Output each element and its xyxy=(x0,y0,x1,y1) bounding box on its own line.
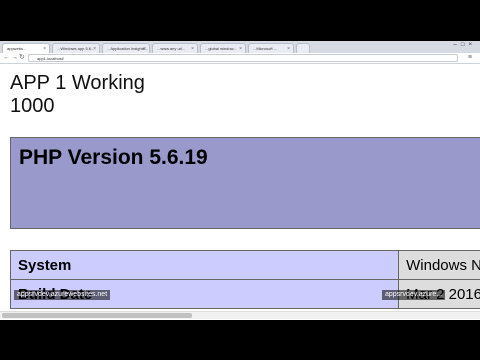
browser-tab-3[interactable]: ...Application Insights... × xyxy=(102,43,150,53)
tab-label: ...Windows app 5.6... xyxy=(57,46,95,51)
window-controls[interactable]: –□× xyxy=(454,42,476,48)
php-info-table: System Windows N Build Date Mar 2 2016 xyxy=(9,250,480,309)
watermark-left: appsrvdev.azurewebsites.net xyxy=(14,290,111,300)
browser-tab-2[interactable]: ...Windows app 5.6... × xyxy=(52,43,100,53)
scrollbar-thumb[interactable] xyxy=(2,313,192,318)
new-tab-button[interactable] xyxy=(296,43,310,53)
url-text: app1.localhost/ xyxy=(37,56,64,61)
watermark-right: appsrvdev.azure... xyxy=(382,290,446,300)
page-title: APP 1 Working xyxy=(10,72,145,94)
horizontal-scrollbar[interactable] xyxy=(0,311,480,319)
address-bar[interactable]: app1.localhost/ xyxy=(28,54,458,62)
php-info-header: PHP Version 5.6.19 xyxy=(10,137,480,229)
reload-icon[interactable]: ↻ xyxy=(19,53,25,63)
table-key: System xyxy=(9,250,400,280)
browser-tab-4[interactable]: ...www.any url... × xyxy=(152,43,198,53)
close-icon[interactable]: × xyxy=(93,44,96,53)
menu-icon[interactable]: ≡ xyxy=(468,53,472,63)
table-row: System Windows N xyxy=(9,250,480,280)
browser-toolbar: ← → ↻ app1.localhost/ ≡ xyxy=(0,53,480,64)
tab-label: ...Application Insights... xyxy=(107,46,149,51)
close-icon[interactable]: × xyxy=(43,44,46,53)
back-icon[interactable]: ← xyxy=(3,53,10,63)
close-icon[interactable]: × xyxy=(191,44,194,53)
tab-label: ...www.any url... xyxy=(157,46,186,51)
close-icon[interactable]: × xyxy=(287,44,290,53)
browser-tab-1[interactable]: appwebs... × xyxy=(2,43,50,53)
page-counter: 1000 xyxy=(10,95,55,117)
minimize-icon[interactable]: – xyxy=(454,42,461,48)
forward-icon[interactable]: → xyxy=(11,53,18,63)
tab-label: appwebs... xyxy=(7,46,27,51)
close-icon[interactable]: × xyxy=(143,44,146,53)
browser-tab-5[interactable]: ...global window... × xyxy=(200,43,246,53)
close-icon[interactable]: × xyxy=(239,44,242,53)
php-version-heading: PHP Version 5.6.19 xyxy=(19,146,208,169)
table-value: Windows N xyxy=(398,250,480,280)
browser-tab-6[interactable]: ...Microsoft ... × xyxy=(248,43,294,53)
tab-label: ...global window... xyxy=(205,46,237,51)
close-window-icon[interactable]: × xyxy=(468,42,476,48)
tab-label: ...Microsoft ... xyxy=(253,46,278,51)
